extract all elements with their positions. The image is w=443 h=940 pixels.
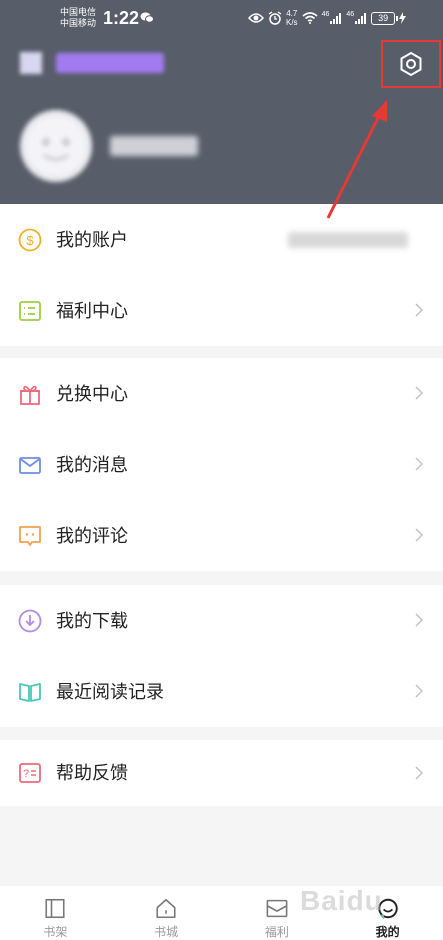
chevron-right-icon xyxy=(415,303,423,317)
chevron-right-icon xyxy=(415,457,423,471)
home-icon xyxy=(156,898,176,919)
alarm-icon xyxy=(268,11,282,25)
eye-icon xyxy=(248,13,264,23)
wifi-icon xyxy=(302,12,318,24)
profile-icon xyxy=(377,898,398,919)
menu-group-activity: 兑换中心 我的消息 我的评论 xyxy=(0,358,443,571)
comment-icon xyxy=(19,526,41,546)
wechat-icon xyxy=(140,12,154,23)
bookshelf-icon xyxy=(45,898,65,919)
menu-item-exchange-center[interactable]: 兑换中心 xyxy=(0,358,443,429)
chevron-right-icon xyxy=(415,528,423,542)
account-balance-blurred xyxy=(288,232,408,248)
settings-hexagon-icon xyxy=(400,51,422,77)
nav-tab-bookstore[interactable]: 书城 xyxy=(111,886,222,940)
menu-group-account: $ 我的账户 福利中心 xyxy=(0,204,443,346)
chevron-right-icon xyxy=(415,386,423,400)
user-nickname-blurred[interactable] xyxy=(110,136,198,156)
clock: 1:22 xyxy=(103,8,140,28)
menu-label: 我的下载 xyxy=(56,611,128,631)
chevron-right-icon xyxy=(415,684,423,698)
status-bar: 中国电信 中国移动 1:22 4.7 K/s 46 46 39 xyxy=(0,0,443,40)
menu-label: 福利中心 xyxy=(56,301,128,321)
nav-label: 我的 xyxy=(375,925,400,939)
carrier-info: 中国电信 中国移动 xyxy=(60,7,96,29)
nav-label: 书城 xyxy=(154,925,179,939)
coin-icon: $ xyxy=(18,228,42,252)
menu-label: 兑换中心 xyxy=(56,384,128,404)
help-icon: ? xyxy=(19,763,41,783)
profile-header: 中国电信 中国移动 1:22 4.7 K/s 46 46 39 xyxy=(0,0,443,204)
svg-text:?: ? xyxy=(23,768,29,780)
speed-unit: K/s xyxy=(286,18,298,27)
menu-group-reading: 我的下载 最近阅读记录 xyxy=(0,585,443,727)
menu-label: 帮助反馈 xyxy=(56,763,128,783)
gift-icon xyxy=(20,385,40,405)
book-icon xyxy=(19,683,41,702)
list-icon xyxy=(19,301,41,321)
menu-label: 我的账户 xyxy=(56,230,128,250)
menu-item-my-downloads[interactable]: 我的下载 xyxy=(0,585,443,656)
nav-tab-mine[interactable]: 我的 xyxy=(332,886,443,940)
menu-item-my-messages[interactable]: 我的消息 xyxy=(0,429,443,500)
signal-tag-1: 46 xyxy=(321,10,330,18)
bottom-nav: 书架 书城 福利 我的 xyxy=(0,886,443,940)
speed-value: 4.7 xyxy=(286,9,298,18)
menu-item-help-feedback[interactable]: ? 帮助反馈 xyxy=(0,740,443,806)
nav-label: 书架 xyxy=(43,925,68,939)
nav-tab-bookshelf[interactable]: 书架 xyxy=(0,886,111,940)
avatar-face-icon xyxy=(26,116,86,176)
battery-indicator: 39 xyxy=(371,11,399,25)
signal-icon-2 xyxy=(355,12,367,24)
menu-label: 最近阅读记录 xyxy=(56,682,164,702)
menu-item-welfare-center[interactable]: 福利中心 xyxy=(0,275,443,346)
chevron-right-icon xyxy=(415,766,423,780)
settings-button[interactable] xyxy=(381,40,441,88)
header-title-row xyxy=(20,52,164,74)
carrier-1: 中国电信 xyxy=(60,7,97,17)
menu-label: 我的评论 xyxy=(56,526,128,546)
carrier-2: 中国移动 xyxy=(60,18,97,28)
envelope-icon xyxy=(266,899,288,918)
signal-tag-2: 46 xyxy=(346,10,355,18)
signal-icon-1 xyxy=(330,12,342,24)
menu-item-recent-reading[interactable]: 最近阅读记录 xyxy=(0,656,443,727)
nav-label: 福利 xyxy=(264,925,289,939)
chevron-right-icon xyxy=(415,613,423,627)
menu-item-my-account[interactable]: $ 我的账户 xyxy=(0,204,443,275)
mail-icon xyxy=(19,457,41,474)
charging-icon xyxy=(399,12,407,24)
svg-text:$: $ xyxy=(26,233,34,248)
system-icons: 4.7 K/s 46 46 39 xyxy=(248,9,407,27)
download-icon xyxy=(18,609,42,633)
app-logo xyxy=(20,52,42,74)
nav-tab-welfare[interactable]: 福利 xyxy=(222,886,333,940)
avatar[interactable] xyxy=(20,110,92,182)
empty-space xyxy=(0,806,443,866)
network-speed: 4.7 K/s xyxy=(286,9,298,27)
menu-group-help: ? 帮助反馈 xyxy=(0,740,443,806)
menu-item-my-comments[interactable]: 我的评论 xyxy=(0,500,443,571)
menu-label: 我的消息 xyxy=(56,455,128,475)
app-name-blurred xyxy=(56,53,164,73)
